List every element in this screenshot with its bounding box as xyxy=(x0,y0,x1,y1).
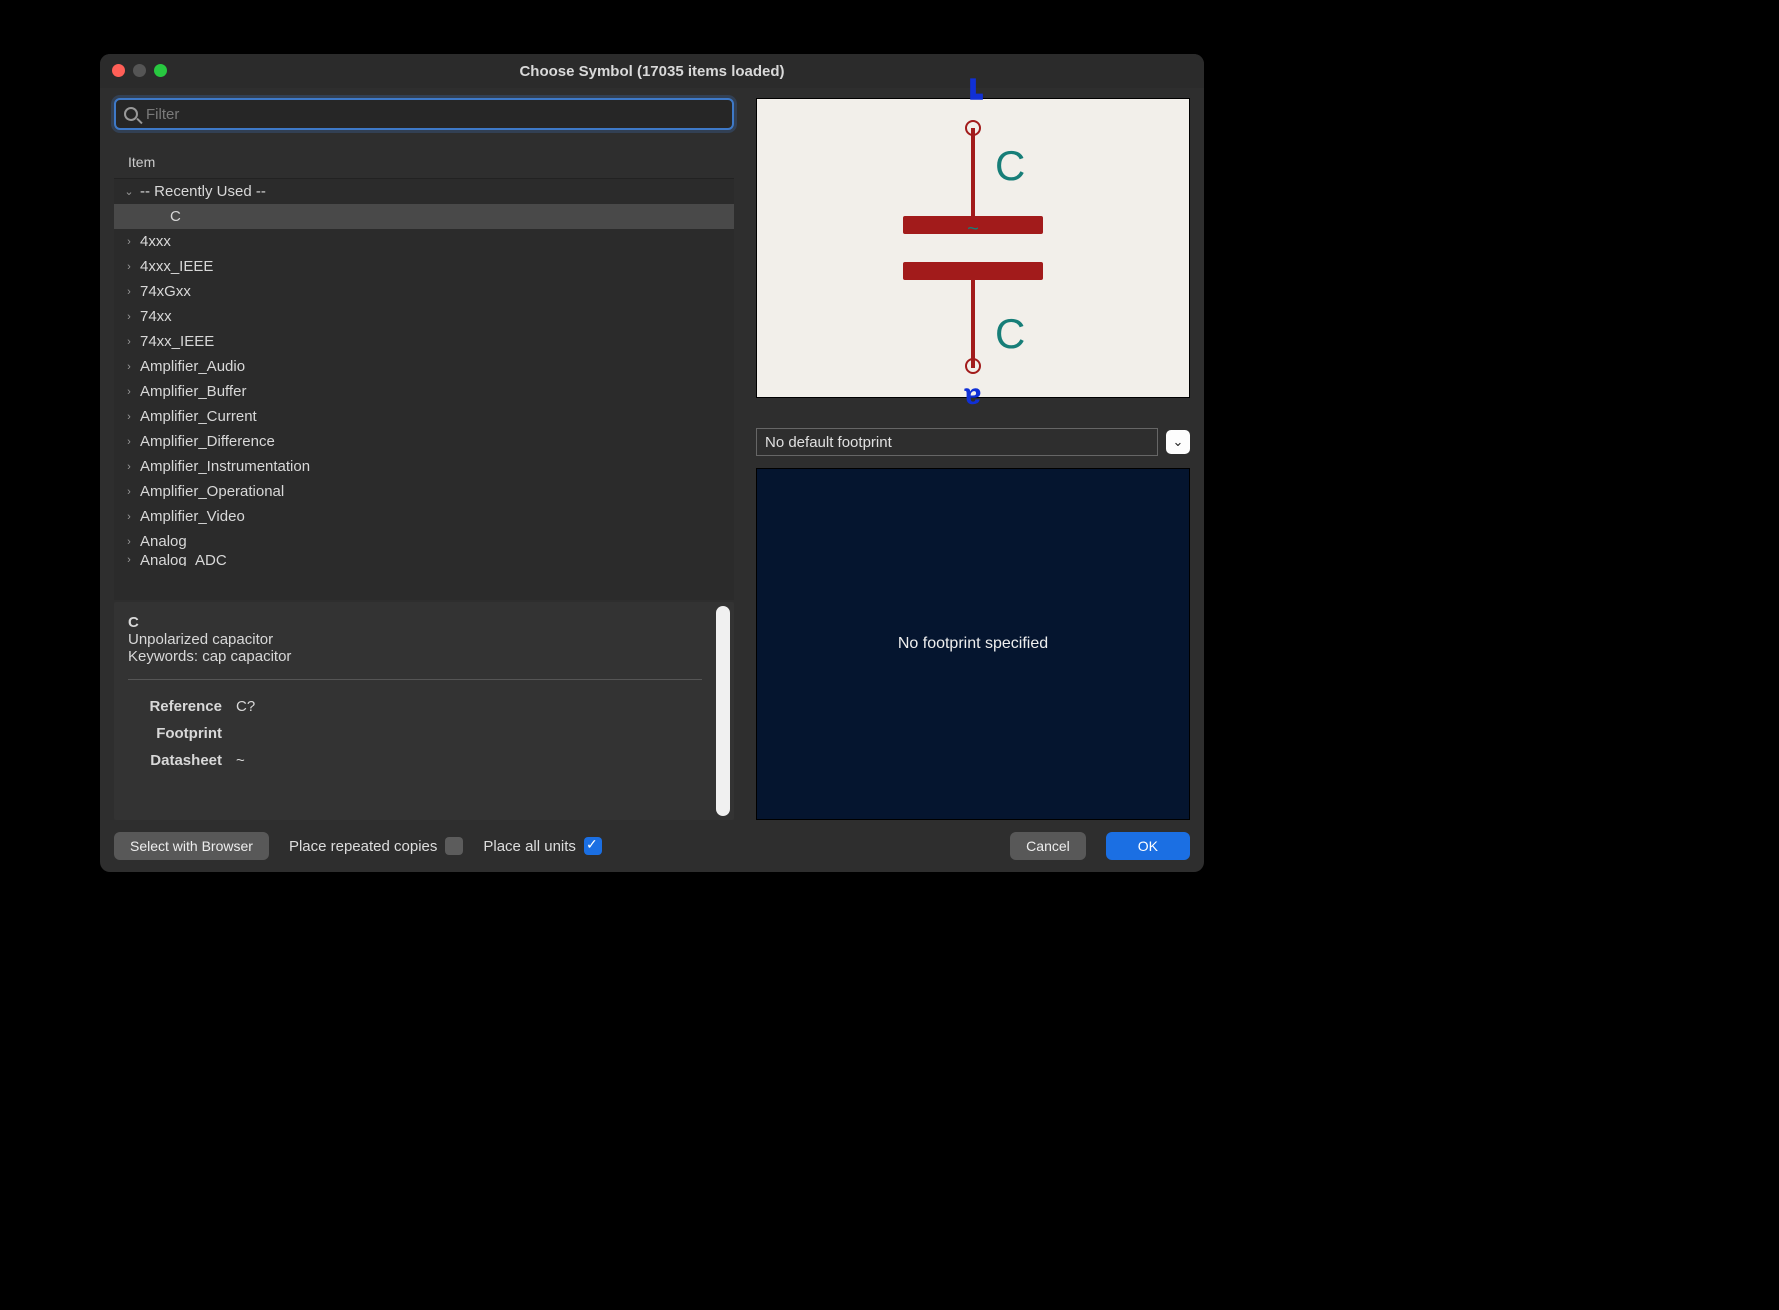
search-icon xyxy=(124,107,138,121)
ref-label-top: ┗ xyxy=(964,80,982,115)
pin-endpoint-bottom xyxy=(965,358,981,374)
pin-top xyxy=(971,128,975,218)
content-area: Item ⌄ -- Recently Used -- C ›4xxx ›4xxx… xyxy=(100,88,1204,820)
footprint-preview[interactable]: No footprint specified xyxy=(756,468,1190,820)
value-tilde: ~ xyxy=(967,218,979,241)
pin-bottom xyxy=(971,280,975,368)
chevron-right-icon: › xyxy=(122,461,136,473)
zoom-icon[interactable] xyxy=(154,64,167,77)
field-label-reference: Reference xyxy=(128,698,222,715)
tree-lib[interactable]: ›Amplifier_Operational xyxy=(114,479,734,504)
pin-name-bottom: C xyxy=(995,310,1025,358)
symbol-tree[interactable]: ⌄ -- Recently Used -- C ›4xxx ›4xxx_IEEE… xyxy=(114,179,734,600)
footprint-placeholder: No footprint specified xyxy=(898,635,1048,653)
tree-lib[interactable]: ›Analog xyxy=(114,529,734,554)
symbol-preview[interactable]: ┗ ~ ɐ C C xyxy=(756,98,1190,398)
place-repeated-option[interactable]: Place repeated copies xyxy=(289,837,463,855)
window-title: Choose Symbol (17035 items loaded) xyxy=(110,63,1194,80)
chevron-right-icon: › xyxy=(122,311,136,323)
chevron-right-icon: › xyxy=(122,361,136,373)
tree-header-item: Item xyxy=(114,146,734,179)
minimize-icon[interactable] xyxy=(133,64,146,77)
field-value-reference: C? xyxy=(236,698,255,715)
field-label-footprint: Footprint xyxy=(128,725,222,742)
left-pane: Item ⌄ -- Recently Used -- C ›4xxx ›4xxx… xyxy=(114,98,734,820)
place-all-units-option[interactable]: Place all units xyxy=(483,837,602,855)
titlebar: Choose Symbol (17035 items loaded) xyxy=(100,54,1204,88)
select-with-browser-button[interactable]: Select with Browser xyxy=(114,832,269,860)
tree-item-c[interactable]: C xyxy=(114,204,734,229)
footprint-select-row: No default footprint ⌄ xyxy=(756,428,1190,456)
chevron-right-icon: › xyxy=(122,236,136,248)
tree-lib[interactable]: ›74xx_IEEE xyxy=(114,329,734,354)
window-controls xyxy=(112,64,167,77)
tree-lib[interactable]: ›Amplifier_Instrumentation xyxy=(114,454,734,479)
checkbox-all-units[interactable] xyxy=(584,837,602,855)
chevron-right-icon: › xyxy=(122,261,136,273)
tree-lib[interactable]: ›4xxx xyxy=(114,229,734,254)
chevron-right-icon: › xyxy=(122,536,136,548)
tree-lib[interactable]: ›74xx xyxy=(114,304,734,329)
right-pane: ┗ ~ ɐ C C No default footprint ⌄ xyxy=(756,98,1190,820)
field-value-datasheet: ~ xyxy=(236,752,245,769)
pin-name-top: C xyxy=(995,142,1025,190)
ref-label-bottom: ɐ xyxy=(965,378,982,412)
chevron-right-icon: › xyxy=(122,486,136,498)
dialog-footer: Select with Browser Place repeated copie… xyxy=(100,820,1204,872)
chevron-right-icon: › xyxy=(122,436,136,448)
tree-lib[interactable]: ›Amplifier_Current xyxy=(114,404,734,429)
chevron-right-icon: › xyxy=(122,511,136,523)
search-field-wrap[interactable] xyxy=(114,98,734,130)
tree-group-recent[interactable]: ⌄ -- Recently Used -- xyxy=(114,179,734,204)
footprint-dropdown-button[interactable]: ⌄ xyxy=(1166,430,1190,454)
tree-lib[interactable]: ›Amplifier_Buffer xyxy=(114,379,734,404)
tree-lib[interactable]: ›Amplifier_Video xyxy=(114,504,734,529)
chevron-right-icon: › xyxy=(122,336,136,348)
chevron-right-icon: › xyxy=(122,411,136,423)
cancel-button[interactable]: Cancel xyxy=(1010,832,1086,860)
symbol-details-panel: C Unpolarized capacitor Keywords: cap ca… xyxy=(114,602,734,820)
tree-lib[interactable]: ›74xGxx xyxy=(114,279,734,304)
ok-button[interactable]: OK xyxy=(1106,832,1190,860)
close-icon[interactable] xyxy=(112,64,125,77)
chevron-right-icon: › xyxy=(122,386,136,398)
filter-input[interactable] xyxy=(146,106,724,123)
checkbox-repeated[interactable] xyxy=(445,837,463,855)
chevron-down-icon: ⌄ xyxy=(1173,434,1184,450)
details-scrollbar[interactable] xyxy=(716,606,730,816)
tree-lib[interactable]: ›4xxx_IEEE xyxy=(114,254,734,279)
field-label-datasheet: Datasheet xyxy=(128,752,222,769)
chevron-right-icon: › xyxy=(122,286,136,298)
symbol-name: C xyxy=(128,614,702,631)
symbol-description: Unpolarized capacitor xyxy=(128,631,702,648)
symbol-keywords: Keywords: cap capacitor xyxy=(128,648,702,665)
tree-lib[interactable]: ›Amplifier_Audio xyxy=(114,354,734,379)
capacitor-plate-bottom xyxy=(903,262,1043,280)
symbol-chooser-dialog: Choose Symbol (17035 items loaded) Item … xyxy=(100,54,1204,872)
chevron-right-icon: › xyxy=(122,554,136,566)
tree-lib[interactable]: ›Analog_ADC xyxy=(114,554,734,566)
tree-lib[interactable]: ›Amplifier_Difference xyxy=(114,429,734,454)
footprint-select[interactable]: No default footprint xyxy=(756,428,1158,456)
chevron-down-icon: ⌄ xyxy=(122,185,136,198)
